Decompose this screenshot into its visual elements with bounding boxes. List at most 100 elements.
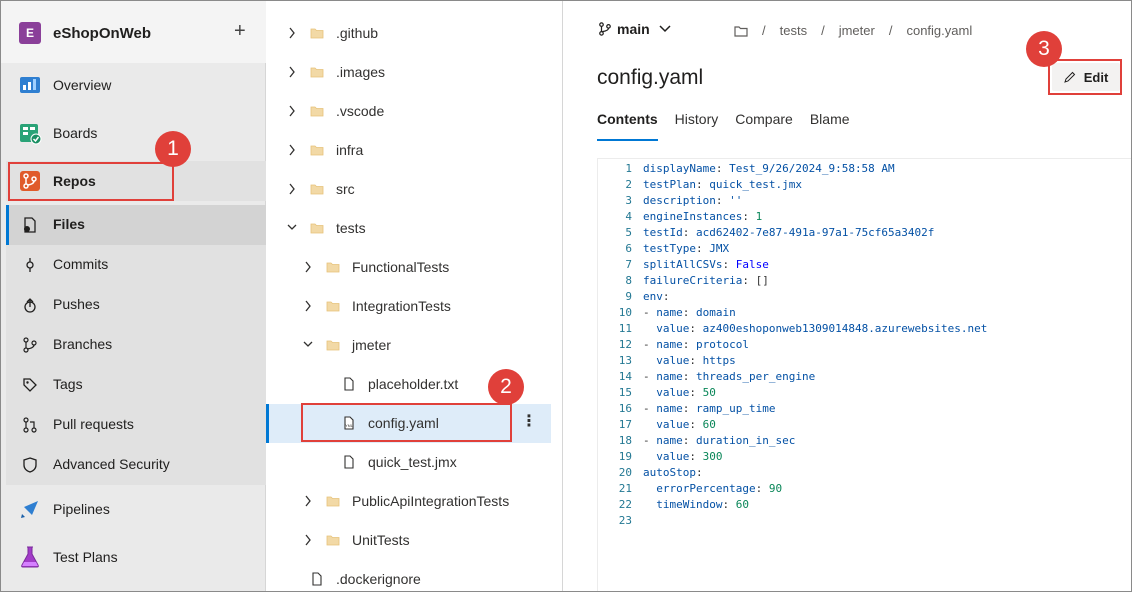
tree-folder[interactable]: PublicApiIntegrationTests: [267, 482, 563, 521]
line-number: 21: [618, 482, 632, 495]
line-number: 18: [618, 434, 632, 447]
left-navigation: E eShopOnWeb + Overview Boards Repos Fil…: [1, 1, 266, 591]
folder-icon[interactable]: [734, 25, 748, 37]
line-number: 4: [625, 210, 632, 223]
chevron-right-icon[interactable]: [303, 495, 313, 507]
tree-folder[interactable]: FunctionalTests: [267, 248, 563, 287]
sub-item-label: Commits: [53, 256, 109, 272]
breadcrumb-item-jmeter[interactable]: jmeter: [839, 23, 875, 38]
code-text: value: https: [643, 353, 736, 369]
edit-button-label: Edit: [1083, 69, 1109, 85]
tree-folder[interactable]: tests: [267, 209, 563, 248]
sub-item-advanced-security[interactable]: Advanced Security: [6, 445, 266, 485]
nav-item-pipelines[interactable]: Pipelines: [1, 489, 266, 529]
code-token: 1: [755, 210, 763, 223]
overview-icon: [20, 77, 40, 93]
nav-item-boards[interactable]: Boards: [1, 113, 266, 153]
tab-contents[interactable]: Contents: [597, 111, 658, 143]
sub-item-tags[interactable]: Tags: [6, 365, 266, 405]
code-line: 17 value: 60: [598, 417, 1128, 433]
file-icon: [344, 455, 354, 469]
tree-folder[interactable]: IntegrationTests: [267, 287, 563, 326]
tab-blame[interactable]: Blame: [810, 111, 850, 143]
tree-folder[interactable]: jmeter: [267, 326, 563, 365]
sub-item-pull-requests[interactable]: Pull requests: [6, 405, 266, 445]
tree-file[interactable]: quick_test.jmx: [267, 443, 563, 482]
code-text: value: 50: [643, 385, 716, 401]
tree-folder[interactable]: .images: [267, 53, 563, 92]
project-header[interactable]: E eShopOnWeb +: [1, 1, 266, 63]
breadcrumb-item-tests[interactable]: tests: [780, 23, 807, 38]
tree-folder[interactable]: infra: [267, 131, 563, 170]
chevron-down-icon[interactable]: [287, 222, 297, 234]
code-editor[interactable]: 1 displayName: Test_9/26/2024_9:58:58 AM 2…: [597, 158, 1131, 591]
tree-item-label: placeholder.txt: [368, 376, 459, 392]
nav-item-test-plans[interactable]: Test Plans: [1, 537, 266, 577]
tab-compare[interactable]: Compare: [735, 111, 793, 143]
repos-icon: [20, 171, 40, 191]
chevron-down-icon: [659, 25, 671, 33]
chevron-right-icon[interactable]: [303, 300, 313, 312]
sub-item-commits[interactable]: Commits: [6, 245, 266, 285]
folder-icon: [326, 301, 340, 312]
chevron-right-icon[interactable]: [303, 534, 313, 546]
chevron-right-icon[interactable]: [287, 27, 297, 39]
step-badge-3: 3: [1026, 31, 1062, 67]
sub-item-label: Pushes: [53, 296, 100, 312]
breadcrumb-separator: /: [821, 23, 825, 38]
branch-selector[interactable]: main: [598, 21, 672, 37]
sub-item-branches[interactable]: Branches: [6, 325, 266, 365]
tree-folder[interactable]: .github: [267, 14, 563, 53]
code-line: 15 value: 50: [598, 385, 1128, 401]
code-token: testId: [643, 226, 683, 239]
chevron-right-icon[interactable]: [287, 183, 297, 195]
tree-folder[interactable]: UnitTests: [267, 521, 563, 560]
chevron-right-icon[interactable]: [287, 144, 297, 156]
tree-item-label: .images: [336, 64, 386, 80]
code-text: displayName: Test_9/26/2024_9:58:58 AM: [643, 161, 895, 177]
chevron-right-icon[interactable]: [287, 66, 297, 78]
folder-icon: [326, 340, 340, 351]
tree-item-label: FunctionalTests: [352, 259, 450, 275]
code-line: 9 env:: [598, 289, 1128, 305]
code-token: :: [682, 402, 696, 415]
code-line: 23: [598, 513, 1128, 529]
nav-item-overview[interactable]: Overview: [1, 65, 266, 105]
nav-item-repos[interactable]: Repos: [6, 161, 266, 201]
nav-item-label: Pipelines: [53, 501, 110, 517]
code-line: 12- name: protocol: [598, 337, 1128, 353]
code-line: 10- name: domain: [598, 305, 1128, 321]
more-actions-icon[interactable]: ⋮: [521, 413, 537, 433]
tree-file[interactable]: .dockerignore: [267, 560, 563, 591]
code-text: testType: JMX: [643, 241, 729, 257]
chevron-right-icon[interactable]: [303, 261, 313, 273]
code-token: value: [656, 450, 690, 463]
line-number: 14: [618, 370, 632, 383]
code-token: :: [695, 242, 710, 255]
sub-item-pushes[interactable]: Pushes: [6, 285, 266, 325]
add-icon[interactable]: +: [234, 20, 246, 43]
chevron-right-icon[interactable]: [287, 105, 297, 117]
line-number: 9: [625, 290, 632, 303]
code-token: env: [643, 290, 663, 303]
line-number: 1: [625, 162, 632, 175]
project-name[interactable]: eShopOnWeb: [53, 25, 151, 42]
nav-item-label: Overview: [53, 77, 112, 93]
branch-name: main: [617, 21, 650, 37]
edit-button[interactable]: Edit: [1052, 63, 1120, 91]
tree-item-label: PublicApiIntegrationTests: [352, 493, 510, 509]
code-token: :: [742, 210, 756, 223]
sub-item-files[interactable]: Files: [6, 205, 266, 245]
tab-history[interactable]: History: [675, 111, 719, 143]
breadcrumb-item-config[interactable]: config.yaml: [906, 23, 972, 38]
code-text: value: 300: [643, 449, 722, 465]
tree-folder[interactable]: src: [267, 170, 563, 209]
code-token: :: [689, 450, 703, 463]
tree-folder[interactable]: .vscode: [267, 92, 563, 131]
tree-file[interactable]: YML config.yaml ⋮: [266, 404, 551, 443]
code-token: name: [656, 434, 683, 447]
chevron-down-icon[interactable]: [303, 339, 313, 351]
code-token: :: [722, 258, 736, 271]
line-number: 20: [618, 466, 632, 479]
code-text: - name: domain: [643, 305, 736, 321]
